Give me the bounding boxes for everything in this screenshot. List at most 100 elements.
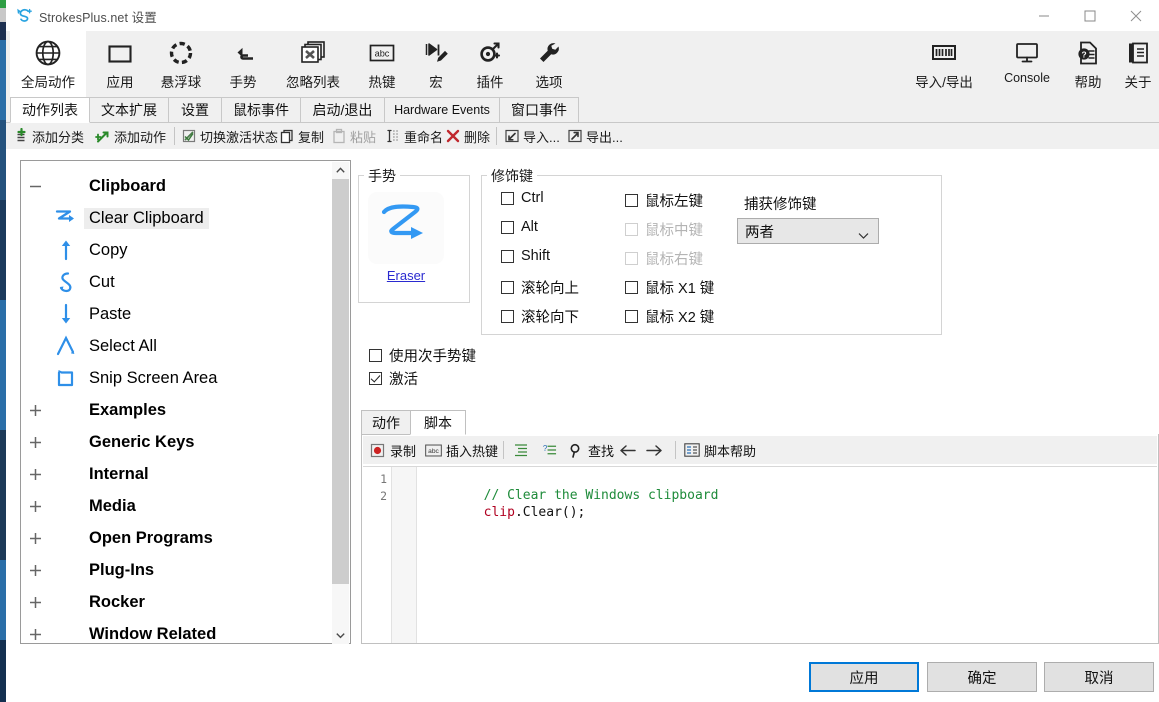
- tree-node-rocker[interactable]: Rocker: [22, 586, 334, 618]
- tree-node-examples[interactable]: Examples: [22, 394, 334, 426]
- toolbar-export[interactable]: 导出...: [566, 123, 623, 149]
- expand-plus-icon[interactable]: [22, 426, 48, 458]
- tab-window-events[interactable]: 窗口事件: [499, 97, 579, 123]
- ribbon-item-gestures[interactable]: 手势: [214, 31, 272, 97]
- tree-scrollbar[interactable]: [332, 162, 349, 644]
- tab-action-list[interactable]: 动作列表: [10, 97, 90, 123]
- checkbox-shift[interactable]: Shift: [501, 248, 550, 264]
- tab-text-expansion[interactable]: 文本扩展: [89, 97, 169, 123]
- script-record-button[interactable]: 录制: [369, 436, 416, 464]
- script-indent-button[interactable]: [511, 436, 535, 464]
- expand-plus-icon[interactable]: [22, 586, 48, 618]
- checkbox-box[interactable]: [369, 372, 382, 385]
- toolbar-rename[interactable]: 重命名: [384, 123, 443, 149]
- tab-settings[interactable]: 设置: [168, 97, 222, 123]
- checkbox-box[interactable]: [625, 310, 638, 323]
- checkbox-box[interactable]: [501, 310, 514, 323]
- checkbox-box[interactable]: [625, 194, 638, 207]
- checkbox-box[interactable]: [501, 220, 514, 234]
- script-back-button[interactable]: [617, 436, 641, 464]
- checkbox-scroll-down[interactable]: 滚轮向下: [501, 306, 579, 327]
- gesture-thumbnail[interactable]: [368, 192, 444, 264]
- maximize-button[interactable]: [1067, 0, 1113, 31]
- script-forward-button[interactable]: [644, 436, 668, 464]
- checkbox-mouse-x2[interactable]: 鼠标 X2 键: [625, 306, 714, 327]
- ribbon-item-apps[interactable]: 应用: [91, 31, 149, 97]
- actions-tree[interactable]: Clipboard Clear Clipboard Copy Cut Paste…: [22, 162, 334, 644]
- tree-node-window-related[interactable]: Window Related: [22, 618, 334, 644]
- tree-node-clipboard[interactable]: Clipboard: [22, 170, 334, 202]
- tab-startup-exit[interactable]: 启动/退出: [300, 97, 385, 123]
- script-find-button[interactable]: 查找: [567, 436, 614, 464]
- gesture-name-link[interactable]: Eraser: [368, 268, 444, 283]
- ribbon-item-floating-ball[interactable]: 悬浮球: [152, 31, 210, 97]
- toolbar-copy[interactable]: 复制: [278, 123, 324, 149]
- checkbox-enabled[interactable]: 激活: [369, 368, 418, 389]
- editor-code-line-2[interactable]: clip.Clear();: [421, 487, 586, 538]
- checkbox-mouse-left[interactable]: 鼠标左键: [625, 190, 703, 211]
- tree-node-select-all[interactable]: Select All: [22, 330, 334, 362]
- tab-action[interactable]: 动作: [361, 410, 411, 435]
- tree-node-media[interactable]: Media: [22, 490, 334, 522]
- ribbon-item-about[interactable]: 关于: [1115, 31, 1159, 97]
- checkbox-box[interactable]: [501, 281, 514, 294]
- checkbox-alt[interactable]: Alt: [501, 219, 538, 235]
- tab-hardware-events[interactable]: Hardware Events: [384, 97, 500, 123]
- apply-button[interactable]: 应用: [809, 662, 919, 692]
- script-insert-hotkey-button[interactable]: abc 插入热键: [425, 436, 498, 464]
- tree-node-plug-ins[interactable]: Plug-Ins: [22, 554, 334, 586]
- toolbar-add-action[interactable]: 添加动作: [94, 123, 166, 149]
- tab-mouse-events[interactable]: 鼠标事件: [221, 97, 301, 123]
- toolbar-import[interactable]: 导入...: [503, 123, 560, 149]
- expand-plus-icon[interactable]: [22, 554, 48, 586]
- toolbar-add-category[interactable]: 添加分类: [12, 123, 84, 149]
- expand-plus-icon[interactable]: [22, 618, 48, 644]
- checkbox-box[interactable]: [501, 249, 514, 263]
- ribbon-item-global-actions[interactable]: 全局动作: [10, 31, 86, 97]
- toolbar-paste[interactable]: 粘贴: [330, 123, 376, 149]
- checkbox-box[interactable]: [625, 281, 638, 294]
- editor-fold-margin[interactable]: [392, 467, 417, 643]
- ribbon-item-console[interactable]: Console: [994, 31, 1060, 97]
- scroll-up-arrow-icon[interactable]: [332, 162, 349, 179]
- checkbox-box[interactable]: [369, 349, 382, 362]
- checkbox-mouse-x1[interactable]: 鼠标 X1 键: [625, 277, 714, 298]
- ribbon-item-ignore-list[interactable]: 忽略列表: [275, 31, 351, 97]
- checkbox-ctrl[interactable]: Ctrl: [501, 190, 544, 206]
- ok-button[interactable]: 确定: [927, 662, 1037, 692]
- ribbon-item-help[interactable]: ? 帮助: [1062, 31, 1114, 97]
- ribbon-item-options[interactable]: 选项: [521, 31, 577, 97]
- tree-node-clear-clipboard[interactable]: Clear Clipboard: [22, 202, 334, 234]
- ribbon-item-plugins[interactable]: 插件: [462, 31, 518, 97]
- tree-node-copy[interactable]: Copy: [22, 234, 334, 266]
- close-button[interactable]: [1113, 0, 1159, 31]
- ribbon-item-hotkeys[interactable]: abc 热键: [354, 31, 410, 97]
- tab-script[interactable]: 脚本: [410, 410, 466, 435]
- tree-node-paste[interactable]: Paste: [22, 298, 334, 330]
- tree-node-cut[interactable]: Cut: [22, 266, 334, 298]
- checkbox-use-secondary-gesture-key[interactable]: 使用次手势键: [369, 345, 476, 366]
- scroll-down-arrow-icon[interactable]: [332, 627, 349, 644]
- expand-plus-icon[interactable]: [22, 458, 48, 490]
- expand-plus-icon[interactable]: [22, 522, 48, 554]
- tree-node-generic-keys[interactable]: Generic Keys: [22, 426, 334, 458]
- cancel-button[interactable]: 取消: [1044, 662, 1154, 692]
- collapse-minus-icon[interactable]: [22, 170, 48, 202]
- expand-plus-icon[interactable]: [22, 490, 48, 522]
- tree-node-internal[interactable]: Internal: [22, 458, 334, 490]
- toolbar-toggle-enabled[interactable]: 切换激活状态: [180, 123, 278, 149]
- toolbar-delete[interactable]: 删除: [444, 123, 490, 149]
- script-help-button[interactable]: 脚本帮助: [683, 436, 756, 464]
- tree-node-snip-screen-area[interactable]: Snip Screen Area: [22, 362, 334, 394]
- minimize-button[interactable]: [1021, 0, 1067, 31]
- script-comment-button[interactable]: ?: [537, 436, 563, 464]
- expand-plus-icon[interactable]: [22, 394, 48, 426]
- checkbox-scroll-up[interactable]: 滚轮向上: [501, 277, 579, 298]
- script-editor[interactable]: 1 2 // Clear the Windows clipboard clip.…: [363, 466, 1157, 643]
- ribbon-item-macros[interactable]: 宏: [412, 31, 460, 97]
- capture-modifier-select[interactable]: 两者: [737, 218, 879, 244]
- tree-node-open-programs[interactable]: Open Programs: [22, 522, 334, 554]
- checkbox-box[interactable]: [501, 191, 514, 205]
- scrollbar-thumb[interactable]: [332, 179, 349, 584]
- ribbon-item-import-export[interactable]: 导入/导出: [896, 31, 992, 97]
